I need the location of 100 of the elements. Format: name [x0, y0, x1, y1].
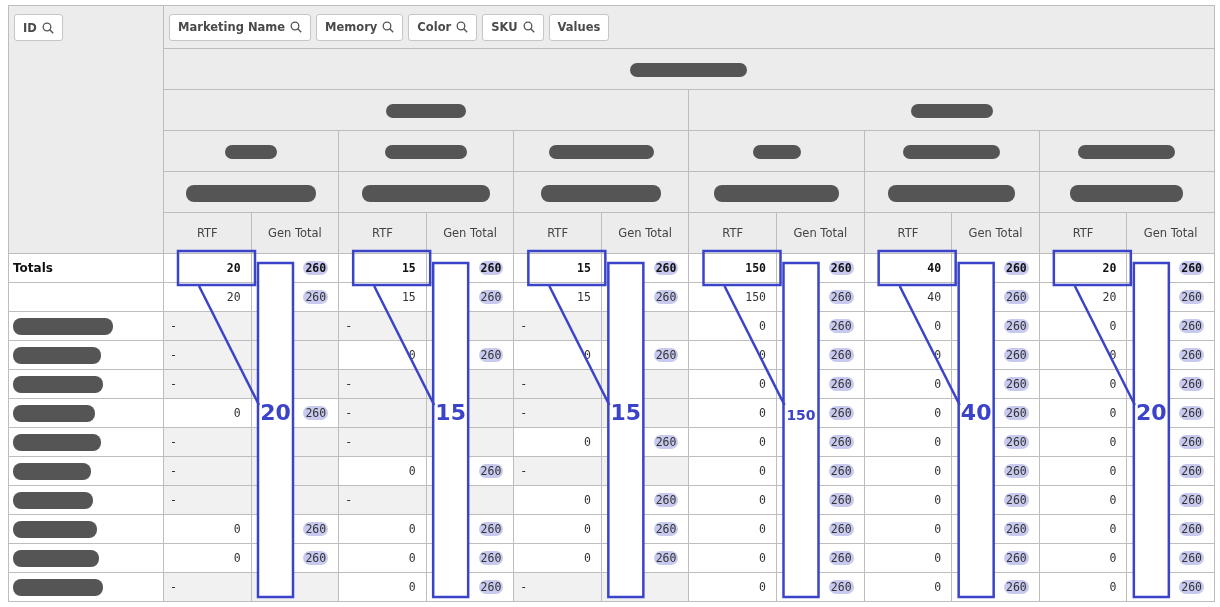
table-cell: 260	[1179, 261, 1204, 275]
table-cell: 20	[1102, 290, 1117, 304]
annotation-label: 20	[1136, 400, 1167, 425]
column-header: Gen Total	[426, 212, 514, 254]
field-filter-button[interactable]: SKU	[482, 13, 544, 41]
table-cell: 260	[478, 290, 504, 304]
table-cell: -	[345, 377, 353, 391]
table-cell: 260	[653, 261, 679, 275]
column-header: Gen Total	[776, 212, 865, 254]
table-cell: 260	[828, 261, 854, 275]
table-cell: -	[170, 319, 177, 333]
table-cell: 20	[226, 290, 241, 304]
table-cell: 260	[478, 522, 504, 536]
table-cell: -	[520, 319, 528, 333]
table-cell: 260	[1179, 406, 1204, 420]
field-filter-button[interactable]: Color	[408, 13, 478, 41]
table-cell: 0	[759, 464, 767, 478]
table-cell: 260	[303, 551, 329, 565]
table-cell: 0	[934, 377, 942, 391]
table-cell: 15	[577, 290, 591, 304]
field-filter-button[interactable]: Memory	[316, 13, 404, 41]
table-cell: 0	[934, 580, 942, 594]
table-cell: 0	[934, 551, 942, 565]
search-icon	[456, 21, 469, 33]
table-cell: 0	[934, 406, 942, 420]
table-cell: 260	[1179, 493, 1204, 507]
table-cell: 20	[1102, 261, 1117, 275]
table-cell: 260	[828, 319, 854, 333]
table-cell: 0	[759, 377, 767, 391]
table-cell: 260	[1004, 377, 1029, 391]
table-cell: 260	[1179, 551, 1204, 565]
table-cell: -	[170, 348, 177, 362]
table-cell: -	[170, 377, 177, 391]
table-cell: 260	[653, 551, 679, 565]
search-icon	[382, 21, 395, 33]
table-cell: 260	[828, 377, 854, 391]
table-cell: 260	[1004, 493, 1029, 507]
table-cell: 15	[401, 261, 416, 275]
table-cell: 260	[1004, 522, 1029, 536]
table-cell: 0	[1109, 377, 1117, 391]
table-cell: 260	[1179, 580, 1204, 594]
table-cell: 0	[583, 551, 591, 565]
search-icon	[290, 21, 303, 33]
table-cell: 260	[1179, 377, 1204, 391]
table-cell: 0	[759, 551, 767, 565]
table-cell: 260	[828, 551, 854, 565]
table-cell: 0	[934, 435, 942, 449]
table-cell: 260	[303, 261, 329, 275]
search-icon	[41, 21, 54, 34]
table-cell: -	[170, 435, 177, 449]
table-cell: -	[520, 464, 528, 478]
table-cell: 260	[1004, 435, 1029, 449]
table-cell: 260	[1004, 464, 1029, 478]
table-cell: 260	[653, 435, 679, 449]
row-label: Totals	[13, 261, 53, 275]
redaction-mark	[225, 145, 278, 159]
column-header: Gen Total	[601, 212, 689, 254]
table-cell: 150	[745, 290, 767, 304]
table-cell: 260	[303, 290, 329, 304]
table-cell: 260	[1004, 261, 1029, 275]
table-cell: 260	[303, 522, 329, 536]
table-cell: 20	[226, 261, 241, 275]
column-header: Gen Total	[1126, 212, 1215, 254]
table-cell: 0	[1109, 435, 1117, 449]
table-cell: 0	[934, 493, 942, 507]
table-cell: 260	[1179, 522, 1204, 536]
annotation-label: 20	[260, 400, 291, 425]
table-cell: 260	[478, 551, 504, 565]
table-cell: 260	[478, 580, 504, 594]
table-cell: 0	[408, 348, 416, 362]
table-cell: 260	[1004, 290, 1029, 304]
table-cell: 0	[233, 551, 241, 565]
field-filter-button[interactable]: Marketing Name	[169, 13, 312, 41]
table-cell: -	[520, 406, 528, 420]
table-cell: 260	[828, 435, 854, 449]
table-cell: 260	[478, 464, 504, 478]
redaction-mark	[752, 145, 801, 159]
table-cell: -	[520, 580, 528, 594]
table-cell: 15	[401, 290, 416, 304]
table-cell: 0	[583, 493, 591, 507]
table-cell: 0	[759, 406, 767, 420]
table-cell: -	[170, 464, 177, 478]
table-cell: 40	[927, 290, 942, 304]
table-cell: 260	[1004, 551, 1029, 565]
table-cell: 260	[653, 290, 679, 304]
table-cell: 0	[1109, 551, 1117, 565]
table-cell: 260	[828, 348, 854, 362]
table-cell: -	[345, 319, 353, 333]
table-cell: 40	[927, 261, 942, 275]
table-cell: 260	[1179, 319, 1204, 333]
table-cell: 0	[759, 580, 767, 594]
table-cell: 0	[1109, 580, 1117, 594]
table-cell: 0	[408, 522, 416, 536]
id-filter-button[interactable]: ID	[14, 14, 63, 41]
table-cell: 0	[759, 493, 767, 507]
field-filter-button[interactable]: Values	[548, 13, 610, 41]
table-cell: -	[520, 377, 528, 391]
table-cell: 0	[233, 406, 241, 420]
table-cell: -	[170, 493, 177, 507]
table-cell: 260	[1004, 406, 1029, 420]
